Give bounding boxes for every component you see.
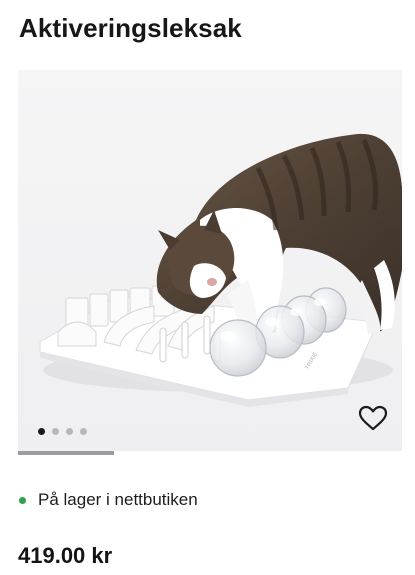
stock-status-dot <box>19 496 26 504</box>
gallery-dot-1[interactable] <box>38 428 45 435</box>
gallery-dot-2[interactable] <box>52 428 59 435</box>
product-image-gallery[interactable]: TRIXIE <box>18 70 402 453</box>
gallery-dot-3[interactable] <box>66 428 73 435</box>
gallery-pagination <box>38 428 87 436</box>
stock-status-label: På lager i nettbutiken <box>38 490 198 509</box>
product-title: Aktiveringsleksak <box>19 13 242 43</box>
gallery-scrollbar[interactable] <box>18 451 402 455</box>
product-price: 419.00 kr <box>18 543 113 568</box>
gallery-dot-4[interactable] <box>80 428 87 435</box>
heart-icon[interactable] <box>357 404 389 432</box>
gallery-scrollbar-thumb[interactable] <box>18 451 114 455</box>
stock-status: På lager i nettbutiken <box>19 490 198 510</box>
product-image: TRIXIE <box>18 70 402 453</box>
